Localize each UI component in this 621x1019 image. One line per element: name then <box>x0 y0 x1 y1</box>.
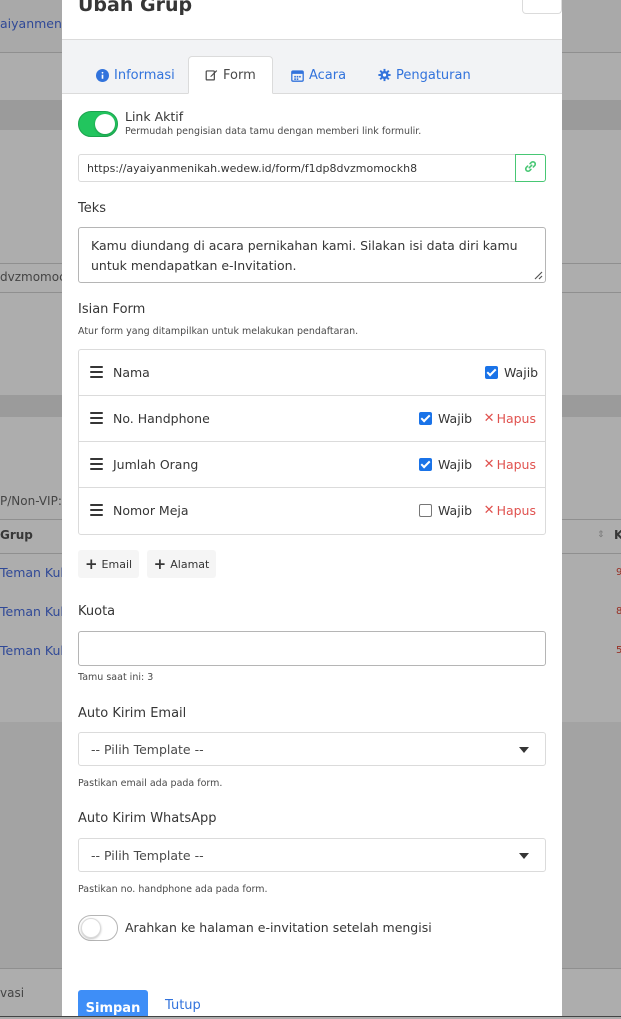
handphone-required-checkbox[interactable] <box>419 412 432 425</box>
form-field-name: Nama <box>113 365 150 380</box>
wajib-label: Wajib <box>438 457 473 472</box>
hapus-nomor-meja-button[interactable]: ✕ Hapus <box>484 503 536 518</box>
nomor-meja-required-checkbox[interactable] <box>419 504 432 517</box>
tab-acara[interactable]: Acara <box>283 56 354 94</box>
form-field-row-nama: Nama Wajib <box>79 350 545 396</box>
form-link-input[interactable]: https://ayaiyanmenikah.wedew.id/form/f1d… <box>78 154 516 182</box>
wajib-label: Wajib <box>504 365 539 380</box>
isian-form-label: Isian Form <box>78 302 146 317</box>
edit-group-modal: Ubah Grup ✕ Informasi Form Acara <box>62 0 562 1016</box>
teks-label: Teks <box>78 201 107 216</box>
info-circle-icon <box>96 68 109 82</box>
drag-handle-icon[interactable] <box>90 412 103 424</box>
drag-handle-icon[interactable] <box>90 504 103 516</box>
tabs-bar: Informasi Form Acara Pengaturan <box>62 40 562 94</box>
form-field-row-jumlah-orang: Jumlah Orang Wajib ✕ Hapus <box>79 442 545 488</box>
tab-form-label: Form <box>223 67 256 83</box>
edit-icon <box>205 69 218 82</box>
hapus-jumlah-orang-button[interactable]: ✕ Hapus <box>484 457 536 472</box>
kuota-input[interactable] <box>78 631 546 666</box>
redirect-label: Arahkan ke halaman e-invitation setelah … <box>125 920 432 935</box>
plus-icon: + <box>84 554 98 573</box>
link-aktif-toggle[interactable] <box>78 111 118 137</box>
redirect-toggle[interactable] <box>78 915 118 941</box>
auto-email-label: Auto Kirim Email <box>78 706 187 721</box>
form-link-url: https://ayaiyanmenikah.wedew.id/form/f1d… <box>87 162 418 175</box>
tab-form[interactable]: Form <box>188 56 273 94</box>
delete-x-icon: ✕ <box>483 411 495 426</box>
plus-icon: + <box>153 554 167 573</box>
tutup-button[interactable]: Tutup <box>165 998 201 1013</box>
tab-informasi[interactable]: Informasi <box>88 56 183 94</box>
drag-handle-icon[interactable] <box>90 366 103 378</box>
kuota-help: Tamu saat ini: 3 <box>78 672 154 683</box>
wajib-label: Wajib <box>438 503 473 518</box>
wajib-label: Wajib <box>438 411 473 426</box>
add-email-field-button[interactable]: + Email <box>78 550 139 578</box>
link-icon <box>524 160 537 177</box>
hapus-handphone-button[interactable]: ✕ Hapus <box>484 411 536 426</box>
form-field-row-handphone: No. Handphone Wajib ✕ Hapus <box>79 396 545 442</box>
save-button[interactable]: Simpan <box>78 990 148 1016</box>
auto-whatsapp-label: Auto Kirim WhatsApp <box>78 811 217 826</box>
auto-whatsapp-select[interactable]: -- Pilih Template -- <box>78 838 546 872</box>
nama-required-checkbox[interactable] <box>485 366 498 379</box>
link-aktif-label: Link Aktif <box>125 109 184 124</box>
modal-header: Ubah Grup ✕ <box>62 0 562 40</box>
teks-value: Kamu diundang di acara pernikahan kami. … <box>91 238 518 273</box>
caret-down-icon <box>519 747 529 753</box>
caret-down-icon <box>519 853 529 859</box>
teks-textarea[interactable]: Kamu diundang di acara pernikahan kami. … <box>78 227 546 283</box>
form-field-name: Jumlah Orang <box>113 457 199 472</box>
isian-form-help: Atur form yang ditampilkan untuk melakuk… <box>78 326 359 337</box>
calendar-icon <box>291 69 304 82</box>
delete-x-icon: ✕ <box>483 457 495 472</box>
modal-title: Ubah Grup <box>78 0 193 16</box>
auto-whatsapp-help: Pastikan no. handphone ada pada form. <box>78 884 268 895</box>
auto-email-selected: -- Pilih Template -- <box>91 742 204 757</box>
auto-email-select[interactable]: -- Pilih Template -- <box>78 732 546 766</box>
tab-informasi-label: Informasi <box>114 67 175 83</box>
auto-whatsapp-selected: -- Pilih Template -- <box>91 848 204 863</box>
add-alamat-field-button[interactable]: + Alamat <box>147 550 216 578</box>
jumlah-orang-required-checkbox[interactable] <box>419 458 432 471</box>
form-field-name: No. Handphone <box>113 411 210 426</box>
copy-link-button[interactable] <box>515 154 546 182</box>
form-field-list: Nama Wajib No. Handphone Wajib ✕ Hapus Ju… <box>78 349 546 535</box>
form-field-row-nomor-meja: Nomor Meja Wajib ✕ Hapus <box>79 488 545 534</box>
gear-icon <box>378 68 391 82</box>
tab-acara-label: Acara <box>309 67 347 83</box>
drag-handle-icon[interactable] <box>90 458 103 470</box>
tab-pengaturan[interactable]: Pengaturan <box>370 56 479 94</box>
form-field-name: Nomor Meja <box>113 503 189 518</box>
resize-handle-icon[interactable] <box>533 270 543 280</box>
delete-x-icon: ✕ <box>483 503 495 518</box>
kuota-label: Kuota <box>78 604 116 619</box>
tab-pengaturan-label: Pengaturan <box>396 67 471 83</box>
close-icon: ✕ <box>536 0 548 4</box>
auto-email-help: Pastikan email ada pada form. <box>78 778 223 789</box>
link-aktif-help: Permudah pengisian data tamu dengan memb… <box>125 126 422 137</box>
close-button[interactable]: ✕ <box>522 0 562 14</box>
